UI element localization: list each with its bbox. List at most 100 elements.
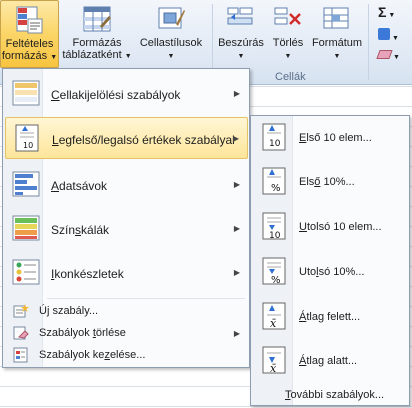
group-label-cells: Cellák bbox=[275, 71, 306, 83]
format-as-table-label-1: Formázás bbox=[72, 37, 122, 49]
submenu-item-label-first: Els bbox=[299, 176, 315, 188]
format-cells-button[interactable]: Formátum ▼ bbox=[309, 0, 365, 68]
chevron-down-icon: ▼ bbox=[284, 53, 292, 60]
menu-item-color-scales[interactable]: Színskálák ▶ bbox=[5, 208, 248, 250]
more-rules-rest: ovábbi szabályok... bbox=[290, 389, 385, 401]
submenu-item-label-rest: tolsó 10 elem... bbox=[306, 221, 382, 233]
submenu-arrow-icon: ▶ bbox=[233, 268, 240, 277]
menu-item-label-rest: egfelső/legalsó értékek szabályai bbox=[58, 133, 235, 147]
menu-item-label: Legfelső/legalsó értékek szabályai bbox=[52, 133, 235, 147]
fill-down-icon bbox=[378, 28, 390, 40]
menu-item-icon-sets[interactable]: Ikonkészletek ▶ bbox=[5, 252, 248, 294]
chevron-down-icon: ▼ bbox=[50, 54, 58, 61]
menu-item-label-rest: datsávok bbox=[59, 179, 108, 193]
conditional-formatting-menu: Cellakijelölési szabályok ▶ 10 Legfelső/… bbox=[2, 68, 250, 368]
conditional-formatting-label-2: formázás ▼ bbox=[1, 50, 58, 62]
menu-item-label: Színskálák bbox=[51, 223, 109, 237]
ten-glyph: 10 bbox=[269, 231, 281, 241]
format-as-table-label-2: táblázatként ▼ bbox=[62, 49, 132, 61]
conditional-formatting-icon bbox=[15, 5, 45, 35]
chevron-down-icon: ▼ bbox=[167, 53, 175, 60]
submenu-item-more-rules[interactable]: További szabályok... bbox=[285, 389, 384, 401]
submenu-item-top-10-percent[interactable]: % Első 10%... bbox=[253, 162, 408, 202]
percent-glyph: % bbox=[271, 275, 281, 286]
xbar-glyph: x̄ bbox=[270, 317, 277, 330]
menu-item-label: Új szabály... bbox=[39, 305, 99, 317]
submenu-item-bottom-10-items[interactable]: 10 Utolsó 10 elem... bbox=[253, 207, 408, 247]
format-table-icon bbox=[82, 4, 112, 34]
submenu-arrow-icon: ▶ bbox=[233, 329, 240, 338]
below-average-icon: x̄ bbox=[259, 345, 289, 375]
ribbon-separator bbox=[368, 4, 369, 80]
xbar-glyph: x̄ bbox=[270, 362, 277, 375]
menu-item-label-first: L bbox=[52, 133, 59, 147]
submenu-item-label-rest: tlag alatt... bbox=[306, 355, 358, 367]
format-as-table-button[interactable]: Formázás táblázatként ▼ bbox=[62, 0, 132, 68]
submenu-item-label-rest: lső 10 elem... bbox=[306, 132, 372, 144]
submenu-item-label: Első 10 elem... bbox=[299, 132, 372, 144]
menu-item-data-bars[interactable]: Adatsávok ▶ bbox=[5, 164, 248, 206]
insert-cells-label: Beszúrás ▼ bbox=[218, 37, 264, 60]
submenu-item-label: Első 10%... bbox=[299, 176, 355, 188]
submenu-item-label-first: Uto bbox=[299, 266, 317, 278]
ten-glyph: 10 bbox=[269, 139, 281, 149]
menu-item-manage-rules[interactable]: Szabályok kezelése... bbox=[5, 344, 248, 366]
submenu-item-above-average[interactable]: x̄ Átlag felett... bbox=[253, 297, 408, 337]
menu-item-label-first: Szabályok ke bbox=[39, 349, 105, 361]
menu-item-top-bottom-rules[interactable]: 10 Legfelső/legalsó értékek szabályai ▶ bbox=[5, 117, 248, 159]
clear-rules-icon bbox=[13, 325, 29, 341]
format-cells-icon bbox=[322, 4, 352, 34]
cell-styles-label: Cellastílusok ▼ bbox=[139, 37, 203, 60]
data-bars-icon bbox=[11, 169, 41, 199]
ten-glyph: 10 bbox=[23, 141, 33, 150]
top-10-items-icon: 10 bbox=[259, 122, 289, 152]
menu-item-label: Szabályok kezelése... bbox=[39, 349, 145, 361]
menu-item-label: Szabályok törlése bbox=[39, 327, 126, 339]
submenu-arrow-icon: ▶ bbox=[233, 89, 240, 98]
cell-styles-button[interactable]: Cellastílusok ▼ bbox=[135, 0, 207, 68]
submenu-item-label: Utolsó 10%... bbox=[299, 266, 364, 278]
submenu-item-label-rest: 10%... bbox=[320, 176, 355, 188]
delete-cells-icon bbox=[273, 4, 303, 34]
submenu-arrow-icon: ▶ bbox=[233, 224, 240, 233]
conditional-formatting-button[interactable]: Feltételes formázás ▼ bbox=[0, 0, 59, 68]
clear-button[interactable]: ▼ bbox=[376, 50, 400, 62]
delete-cells-label: Törlés ▼ bbox=[272, 37, 304, 60]
menu-item-highlight-cells-rules[interactable]: Cellakijelölési szabályok ▶ bbox=[5, 73, 248, 115]
submenu-item-below-average[interactable]: x̄ Átlag alatt... bbox=[253, 341, 408, 381]
chevron-down-icon: ▼ bbox=[390, 35, 399, 42]
autosum-button[interactable]: Σ ▼ bbox=[378, 4, 395, 20]
menu-item-label-first: Szabályok bbox=[39, 327, 93, 339]
submenu-item-label-rest: tlag felett... bbox=[306, 311, 361, 323]
top-10-percent-icon: % bbox=[259, 166, 289, 196]
menu-item-label: Cellakijelölési szabályok bbox=[51, 88, 180, 102]
menu-item-label: Ikonkészletek bbox=[51, 267, 124, 281]
menu-item-label-first: A bbox=[51, 179, 60, 193]
new-rule-icon bbox=[13, 303, 29, 319]
menu-item-new-rule[interactable]: Új szabály... bbox=[5, 300, 248, 322]
submenu-item-top-10-items[interactable]: 10 Első 10 elem... bbox=[253, 118, 408, 158]
chevron-down-icon: ▼ bbox=[333, 53, 341, 60]
conditional-formatting-label-1: Feltételes bbox=[5, 38, 54, 50]
menu-separator bbox=[47, 298, 245, 299]
menu-item-label-first: C bbox=[51, 88, 60, 102]
bottom-10-percent-icon: % bbox=[259, 256, 289, 286]
fill-button[interactable]: ▼ bbox=[378, 28, 399, 43]
submenu-item-label: Átlag alatt... bbox=[299, 355, 357, 367]
manage-rules-icon bbox=[13, 347, 29, 363]
highlight-cells-icon bbox=[11, 78, 41, 108]
menu-item-label: Adatsávok bbox=[51, 179, 107, 193]
submenu-item-label-first: U bbox=[299, 221, 307, 233]
insert-cells-button[interactable]: Beszúrás ▼ bbox=[216, 0, 266, 68]
delete-cells-button[interactable]: Törlés ▼ bbox=[268, 0, 308, 68]
menu-item-label-rest: elése... bbox=[109, 349, 146, 361]
submenu-item-label-rest: só 10%... bbox=[318, 266, 365, 278]
submenu-item-label: Átlag felett... bbox=[299, 311, 360, 323]
chevron-down-icon: ▼ bbox=[237, 53, 245, 60]
submenu-item-bottom-10-percent[interactable]: % Utolsó 10%... bbox=[253, 252, 408, 292]
menu-item-label-rest: kálák bbox=[81, 223, 110, 237]
top-bottom-rules-submenu: 10 Első 10 elem... % Első 10%... 10 Utol… bbox=[250, 115, 410, 406]
submenu-item-label: Utolsó 10 elem... bbox=[299, 221, 382, 233]
menu-item-clear-rules[interactable]: Szabályok törlése ▶ bbox=[5, 322, 248, 344]
submenu-arrow-icon: ▶ bbox=[233, 180, 240, 189]
